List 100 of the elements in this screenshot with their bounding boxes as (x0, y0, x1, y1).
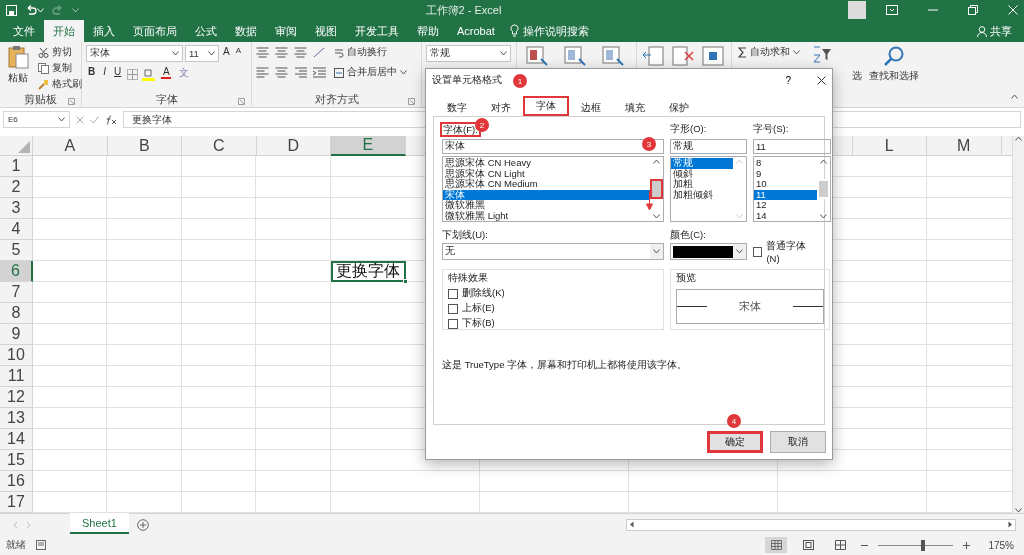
find-select-button[interactable]: 查找和选择 (866, 45, 922, 107)
row-header[interactable]: 10 (0, 345, 33, 366)
column-header[interactable]: E (331, 136, 406, 156)
list-item[interactable]: 加粗 (671, 179, 733, 190)
number-format-dropdown[interactable]: 常规 (426, 45, 511, 62)
vertical-scrollbar[interactable] (1012, 136, 1024, 513)
format-painter-button[interactable]: 格式刷 (36, 77, 84, 92)
ribbon-tab[interactable]: 帮助 (408, 20, 448, 42)
copy-button[interactable]: 复制 (36, 61, 84, 76)
row-header[interactable]: 12 (0, 387, 33, 408)
style-list[interactable]: 常规 倾斜 加粗 加粗倾斜 (670, 156, 747, 222)
save-button[interactable] (6, 4, 17, 16)
ribbon-tab[interactable]: Acrobat (448, 20, 504, 42)
row-header[interactable]: 16 (0, 471, 33, 492)
list-item[interactable]: 思源宋体 CN Medium (443, 179, 650, 190)
autosum-button[interactable]: 自动求和 (736, 45, 808, 60)
column-header[interactable]: D (256, 136, 331, 156)
row-header[interactable]: 2 (0, 177, 33, 198)
scroll-thumb[interactable] (650, 179, 663, 199)
column-header[interactable]: A (33, 136, 108, 156)
help-button[interactable]: ? (785, 74, 791, 86)
row-header[interactable]: 13 (0, 408, 33, 429)
color-dropdown[interactable] (670, 243, 747, 260)
row-header[interactable]: 4 (0, 219, 33, 240)
font-color-button[interactable]: A (159, 66, 174, 82)
row-header[interactable]: 5 (0, 240, 33, 261)
sheet-tab[interactable]: Sheet1 (70, 513, 129, 534)
column-header[interactable]: M (927, 136, 1002, 156)
fill-color-icon[interactable] (142, 67, 156, 81)
undo-button[interactable] (25, 4, 44, 16)
row-header[interactable]: 3 (0, 198, 33, 219)
list-item[interactable]: 宋体 (443, 189, 650, 200)
restore-button[interactable] (968, 5, 978, 15)
row-header[interactable]: 14 (0, 429, 33, 450)
font-list[interactable]: 思源宋体 CN Heavy 思源宋体 CN Light 思源宋体 CN Medium 宋体 微软雅黑 微软雅黑 Light (442, 156, 664, 222)
font-size-dropdown[interactable]: 11 (185, 45, 219, 62)
list-item[interactable]: 8 (754, 158, 817, 169)
borders-icon[interactable] (127, 68, 139, 80)
active-cell[interactable]: 更换字体 (331, 261, 406, 282)
dialog-tab[interactable]: 字体 (523, 96, 569, 116)
row-header[interactable]: 7 (0, 282, 33, 303)
ribbon-tab[interactable]: 插入 (84, 20, 124, 42)
cancel-button[interactable]: 取消 (770, 431, 826, 453)
name-box[interactable]: E6 (3, 111, 70, 128)
list-item[interactable]: 微软雅黑 (443, 200, 650, 211)
list-item[interactable]: 倾斜 (671, 168, 733, 179)
normal-view-button[interactable] (765, 537, 788, 553)
row-header[interactable]: 17 (0, 492, 33, 513)
row-header[interactable]: 8 (0, 303, 33, 324)
slider-thumb[interactable] (921, 539, 926, 551)
underline-dropdown[interactable]: 无 (442, 243, 664, 260)
paste-button[interactable]: 粘贴 (4, 45, 32, 93)
row-header[interactable]: 6 (0, 261, 33, 282)
cut-button[interactable]: 剪切 (36, 45, 84, 60)
shrink-font-button[interactable]: A (233, 45, 243, 62)
ribbon-tab[interactable]: 视图 (306, 20, 346, 42)
size-input-field[interactable]: 11 (753, 139, 831, 154)
wrap-text-button[interactable]: 自动换行 (332, 45, 389, 60)
column-header[interactable]: C (182, 136, 257, 156)
ribbon-tab[interactable]: 数据 (226, 20, 266, 42)
list-item[interactable]: 微软雅黑 Light (443, 210, 650, 221)
customize-button[interactable] (72, 7, 79, 13)
list-item[interactable]: 常规 (671, 158, 733, 169)
add-sheet-button[interactable] (136, 518, 149, 531)
italic-button[interactable]: I (101, 66, 108, 82)
ribbon-tab[interactable]: 页面布局 (124, 20, 186, 42)
row-header[interactable]: 9 (0, 324, 33, 345)
list-item[interactable]: 思源宋体 CN Light (443, 168, 650, 179)
list-item[interactable]: 9 (754, 168, 817, 179)
column-header[interactable]: B (107, 136, 182, 156)
font-name-dropdown[interactable]: 宋体 (86, 45, 183, 62)
ribbon-tab[interactable]: 开始 (44, 20, 84, 42)
row-header[interactable]: 11 (0, 366, 33, 387)
ribbon-tab[interactable]: 文件 (4, 20, 44, 42)
underline-button[interactable]: U (112, 66, 124, 82)
row-header[interactable]: 15 (0, 450, 33, 471)
list-item[interactable]: 12 (754, 200, 817, 211)
grow-font-button[interactable]: A (221, 45, 232, 62)
ok-button[interactable]: 确定 (707, 431, 763, 453)
close-button[interactable] (817, 75, 826, 85)
horizontal-scrollbar[interactable] (626, 518, 1016, 531)
merge-center-button[interactable]: 合并后居中 (332, 65, 409, 80)
list-item[interactable]: 14 (754, 210, 817, 221)
bold-button[interactable]: B (86, 66, 98, 82)
column-header[interactable]: L (852, 136, 927, 156)
list-item[interactable]: 思源宋体 CN Heavy (443, 158, 650, 169)
sort-filter-button[interactable]: 选 (812, 45, 862, 107)
phonetic-button[interactable]: 文 (177, 66, 192, 82)
ribbon-tab[interactable]: 开发工具 (346, 20, 408, 42)
style-input-field[interactable]: 常规 (670, 139, 747, 154)
list-item[interactable]: 加粗倾斜 (671, 189, 733, 200)
effect-checkbox[interactable]: 下标(B) (448, 317, 658, 330)
row-header[interactable]: 1 (0, 156, 33, 177)
ribbon-display-button[interactable] (886, 5, 898, 15)
list-item[interactable]: 10 (754, 179, 817, 190)
list-item[interactable]: 11 (754, 189, 817, 200)
size-list[interactable]: 8 9 10 11 12 14 (753, 156, 831, 222)
effect-checkbox[interactable]: 上标(E) (448, 302, 658, 315)
effect-checkbox[interactable]: 删除线(K) (448, 287, 658, 300)
ribbon-tab[interactable]: 审阅 (266, 20, 306, 42)
